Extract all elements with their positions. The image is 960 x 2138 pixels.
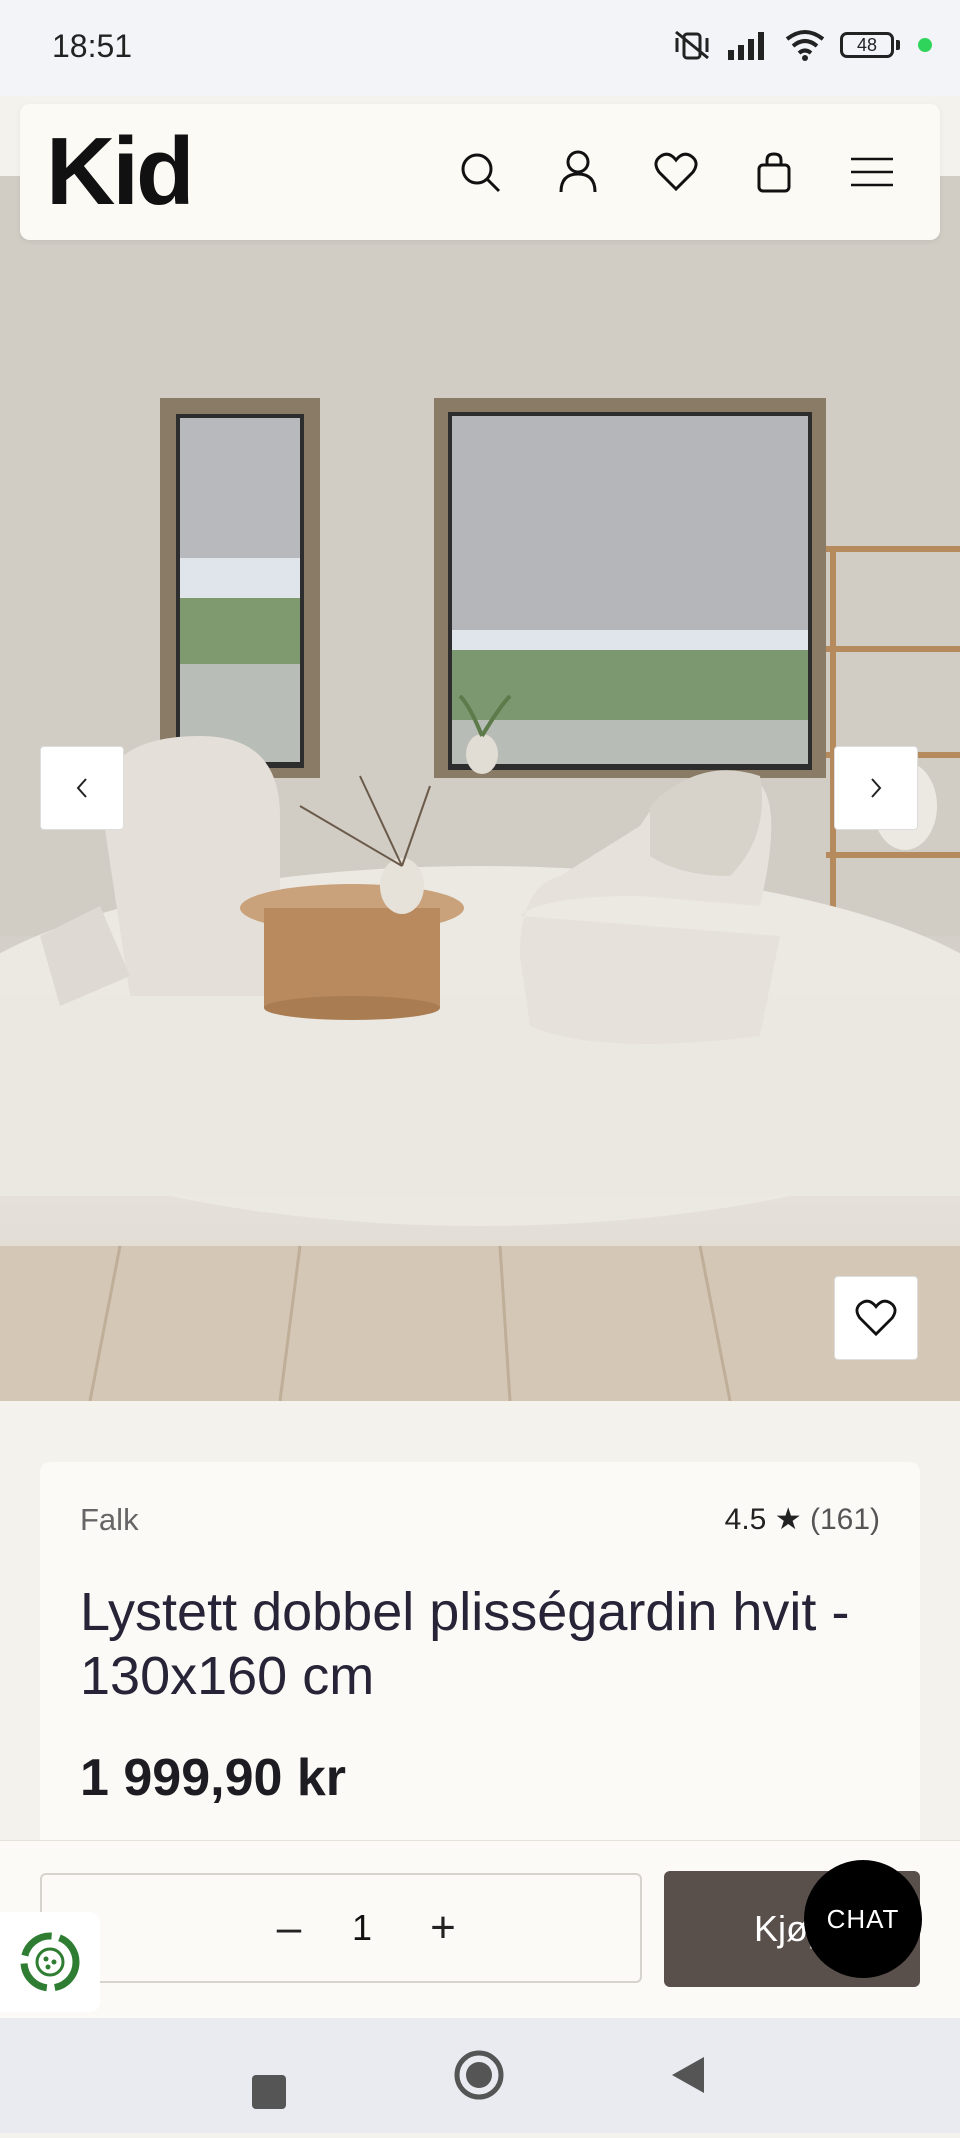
gallery-prev-button[interactable]: [40, 746, 124, 830]
battery-icon: 48: [840, 32, 900, 58]
chevron-left-icon: [76, 778, 87, 798]
cart-icon[interactable]: [746, 144, 802, 200]
eco-badge[interactable]: [0, 1912, 100, 2012]
menu-icon[interactable]: [842, 144, 902, 200]
product-price: 1 999,90 kr: [80, 1749, 347, 1807]
search-icon[interactable]: [452, 144, 508, 200]
chat-button[interactable]: CHAT: [804, 1860, 922, 1978]
quantity-decrease-button[interactable]: –: [264, 1903, 314, 1953]
product-title: Lystett dobbel plisségardin hvit - 130x1…: [80, 1582, 850, 1706]
battery-level: 48: [856, 34, 878, 55]
back-button[interactable]: [672, 2057, 704, 2093]
status-time: 18:51: [52, 28, 133, 64]
star-icon: ★: [774, 1503, 802, 1536]
wifi-icon: [785, 30, 825, 61]
home-button[interactable]: [454, 2050, 504, 2100]
product-image[interactable]: [0, 176, 960, 1401]
quantity-stepper: – 1 +: [40, 1873, 642, 1983]
recents-button[interactable]: [252, 2075, 286, 2109]
quantity-value[interactable]: 1: [342, 1903, 382, 1953]
rating-value: 4.5: [724, 1503, 767, 1536]
gallery-next-button[interactable]: [834, 746, 918, 830]
mute-vibrate-icon: [675, 30, 709, 60]
status-bar: 18:51 48: [0, 0, 960, 96]
review-count: (161): [809, 1503, 880, 1536]
add-to-wishlist-button[interactable]: [834, 1276, 918, 1360]
status-icons: 48: [672, 28, 932, 62]
recycle-icon: [20, 1932, 80, 1992]
heart-icon: [855, 1299, 897, 1337]
account-icon[interactable]: [550, 144, 606, 200]
wishlist-icon[interactable]: [648, 144, 704, 200]
site-header: Kid: [20, 104, 940, 240]
privacy-indicator-dot: [918, 38, 932, 52]
chat-label: CHAT: [826, 1903, 900, 1934]
product-brand[interactable]: Falk: [80, 1502, 139, 1538]
quantity-increase-button[interactable]: +: [418, 1903, 468, 1953]
product-rating[interactable]: 4.5 ★ (161): [725, 1502, 880, 1537]
signal-icon: [728, 32, 764, 60]
chevron-right-icon: [871, 778, 882, 798]
system-navigation-bar: [0, 2018, 960, 2133]
logo[interactable]: Kid: [46, 122, 195, 222]
product-info-card: Falk 4.5 ★ (161) Lystett dobbel plisséga…: [40, 1462, 920, 1882]
